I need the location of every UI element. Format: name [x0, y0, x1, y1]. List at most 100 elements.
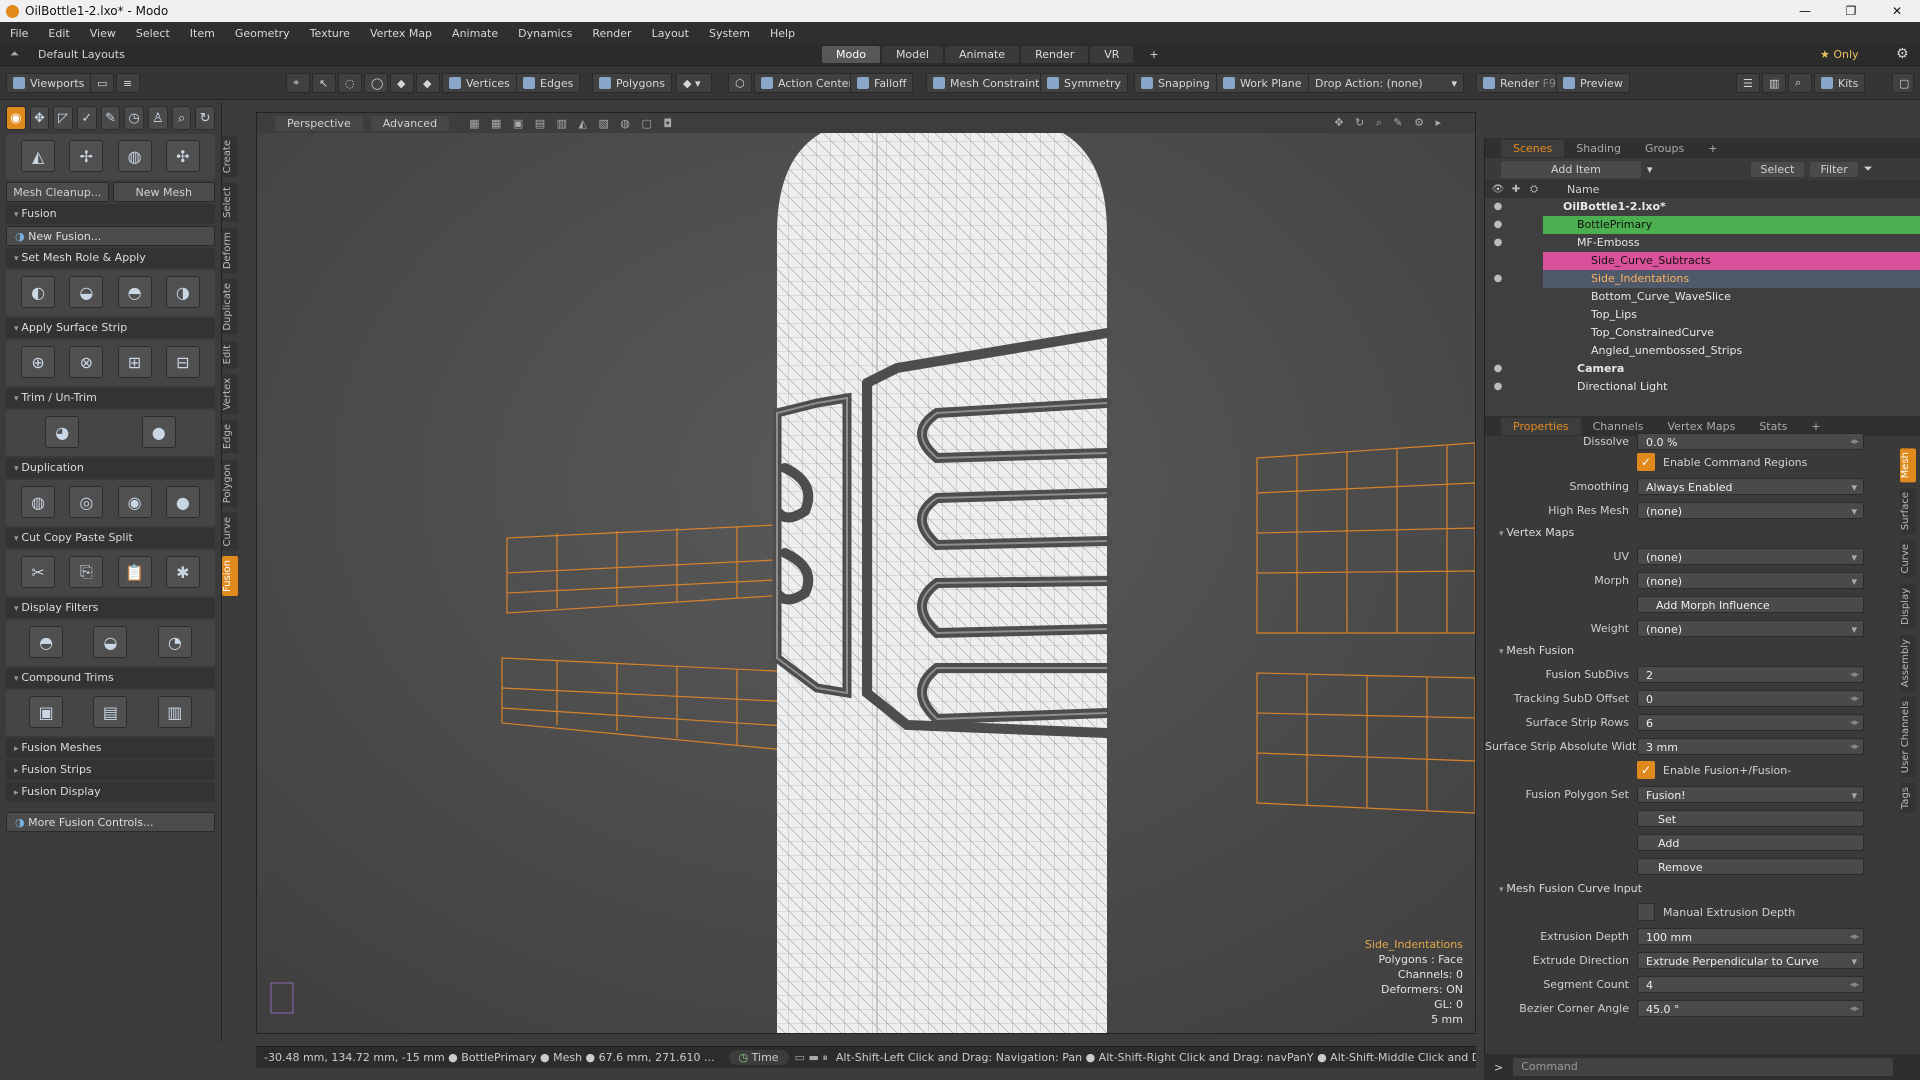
minimize-button[interactable]: — — [1782, 0, 1828, 22]
select-tool-icon[interactable]: ⌖ — [286, 73, 310, 93]
lasso-tool-icon[interactable]: ◌ — [338, 73, 362, 93]
menu-edit[interactable]: Edit — [48, 27, 69, 40]
fusion-icon[interactable]: ◉ — [6, 106, 26, 130]
compound-c-icon[interactable]: ▥ — [157, 696, 192, 728]
filter-funnel-icon[interactable]: ⏷ — [1864, 162, 1873, 176]
vtab-duplicate[interactable]: Duplicate — [222, 279, 238, 335]
default-layouts[interactable]: Default Layouts — [38, 48, 125, 61]
split-icon[interactable]: ✱ — [165, 556, 200, 588]
tab-shading[interactable]: Shading — [1564, 140, 1633, 157]
search-icon[interactable]: ⌕ — [1788, 73, 1812, 93]
mesh-cleanup-button[interactable]: Mesh Cleanup... — [6, 182, 109, 202]
visibility-eye-icon[interactable]: ● — [1489, 216, 1507, 234]
vtab-edit[interactable]: Edit — [222, 340, 238, 369]
dup-c-icon[interactable]: ◉ — [117, 486, 152, 518]
vtab-edge[interactable]: Edge — [222, 420, 238, 454]
sidetab-tags[interactable]: Tags — [1900, 783, 1916, 814]
scene-item-row[interactable]: ● BottlePrimary — [1485, 216, 1920, 234]
panel-icon[interactable]: ▥ — [1762, 73, 1786, 93]
vertices-button[interactable]: Vertices — [442, 73, 517, 93]
fusion-axes-icon[interactable]: ✢ — [69, 140, 104, 172]
sidetab-user-channels[interactable]: User Channels — [1900, 697, 1916, 778]
layout-toggle-button[interactable]: ▭ — [90, 73, 114, 93]
layouts-icon[interactable]: ⏶ — [10, 47, 19, 61]
uv-select[interactable]: (none) — [1637, 547, 1864, 566]
enable-fusion-checkbox[interactable]: ✓ — [1637, 761, 1655, 779]
scene-item-row[interactable]: ● Directional Light — [1485, 378, 1920, 396]
preview-button[interactable]: Preview — [1556, 73, 1630, 93]
clock-icon[interactable]: ◷ — [124, 106, 145, 130]
polygons-button[interactable]: Polygons — [592, 73, 672, 93]
fusion-subdivs-field[interactable]: 2 — [1637, 665, 1864, 684]
scene-item-row[interactable]: Top_Lips — [1485, 306, 1920, 324]
symmetry-button[interactable]: Symmetry — [1040, 73, 1129, 93]
cut-icon[interactable]: ✂ — [21, 556, 56, 588]
role-union-icon[interactable]: ◓ — [117, 276, 152, 308]
command-input[interactable]: Command — [1513, 1058, 1894, 1076]
dup-d-icon[interactable]: ● — [165, 486, 200, 518]
tab-vertex-maps[interactable]: Vertex Maps — [1656, 418, 1748, 435]
chevron-down-icon[interactable]: ▾ — [1647, 163, 1653, 176]
add-tab-button[interactable]: + — [1135, 46, 1172, 63]
advanced-shading-select[interactable]: Advanced — [370, 115, 450, 131]
drop-action-select[interactable]: Drop Action: (none) ▾ — [1308, 73, 1464, 93]
filter-c-icon[interactable]: ◔ — [157, 626, 192, 658]
action-center-button[interactable]: Action Center — [754, 73, 860, 93]
layout-icon[interactable]: ☰ — [1736, 73, 1760, 93]
fusion-display-section[interactable]: Fusion Display — [6, 782, 215, 802]
pen-icon[interactable]: ✎ — [100, 106, 121, 130]
viewport-options-icons[interactable]: ▦ ▦ ▣ ▤ ▥ ◭ ▧ ◍ ▢ ◘ — [457, 116, 688, 131]
new-fusion-button[interactable]: ◑ New Fusion... — [6, 226, 215, 246]
menu-system[interactable]: System — [709, 27, 750, 40]
menu-item[interactable]: Item — [190, 27, 215, 40]
duplication-section[interactable]: Duplication — [6, 458, 215, 478]
visibility-eye-icon[interactable]: ● — [1489, 270, 1507, 288]
vtab-create[interactable]: Create — [222, 136, 238, 178]
viewport-scene[interactable] — [257, 113, 1476, 1034]
paste-icon[interactable]: 📋 — [117, 556, 152, 588]
high-res-mesh-select[interactable]: (none) — [1637, 501, 1864, 520]
dup-b-icon[interactable]: ◎ — [69, 486, 104, 518]
add-item-dropdown[interactable]: Add Item — [1501, 160, 1641, 178]
enable-command-regions-checkbox[interactable]: ✓ — [1637, 453, 1655, 471]
maximize-panel-icon[interactable]: ▢ — [1892, 73, 1914, 93]
role-subtract-icon[interactable]: ◒ — [69, 276, 104, 308]
fusion-strip-icon[interactable]: ◭ — [21, 140, 56, 172]
menu-dynamics[interactable]: Dynamics — [518, 27, 572, 40]
scene-item-row[interactable]: ● Side_Indentations — [1485, 270, 1920, 288]
tab-stats[interactable]: Stats — [1747, 418, 1799, 435]
compound-b-icon[interactable]: ▤ — [93, 696, 128, 728]
bezier-corner-angle-field[interactable]: 45.0 ° — [1637, 999, 1864, 1018]
name-column-header[interactable]: Name — [1567, 183, 1599, 196]
more-fusion-controls-button[interactable]: ◑ More Fusion Controls... — [6, 812, 215, 832]
mesh-fusion-curve-input-group[interactable]: Mesh Fusion Curve Input — [1485, 880, 1900, 898]
sidetab-surface[interactable]: Surface — [1900, 488, 1916, 535]
trim-icon[interactable]: ◕ — [45, 416, 80, 448]
viewport-nav-icons[interactable]: ✥ ↻ ⌕ ✎ ⚙ ▸ — [1322, 115, 1457, 131]
sidetab-display[interactable]: Display — [1900, 583, 1916, 629]
filter-b-icon[interactable]: ◒ — [93, 626, 128, 658]
add-property-tab-button[interactable]: + — [1799, 418, 1832, 435]
zoom-icon[interactable]: ⌕ — [171, 106, 192, 130]
layout-split-button[interactable]: ≡ — [116, 73, 140, 93]
tab-properties[interactable]: Properties — [1501, 417, 1581, 435]
vtab-curve[interactable]: Curve — [222, 512, 238, 551]
strip-grid-icon[interactable]: ⊞ — [117, 346, 152, 378]
smoothing-select[interactable]: Always Enabled — [1637, 477, 1864, 496]
edges-button[interactable]: Edges — [516, 73, 581, 93]
manual-extrusion-depth-checkbox[interactable] — [1637, 903, 1655, 921]
materials-mode-icon[interactable]: ◆ — [416, 73, 440, 93]
strip-lines-icon[interactable]: ⊟ — [165, 346, 200, 378]
sidetab-mesh[interactable]: Mesh — [1900, 448, 1916, 483]
menu-view[interactable]: View — [90, 27, 116, 40]
select-icon[interactable]: ◸ — [53, 106, 74, 130]
vtab-vertex[interactable]: Vertex — [222, 374, 238, 415]
tab-modo[interactable]: Modo — [822, 46, 880, 63]
sidetab-curve[interactable]: Curve — [1900, 540, 1916, 578]
menu-file[interactable]: File — [10, 27, 28, 40]
tab-channels[interactable]: Channels — [1581, 418, 1656, 435]
tab-groups[interactable]: Groups — [1633, 140, 1696, 157]
menu-animate[interactable]: Animate — [452, 27, 498, 40]
new-mesh-button[interactable]: New Mesh — [112, 182, 215, 202]
menu-help[interactable]: Help — [770, 27, 795, 40]
